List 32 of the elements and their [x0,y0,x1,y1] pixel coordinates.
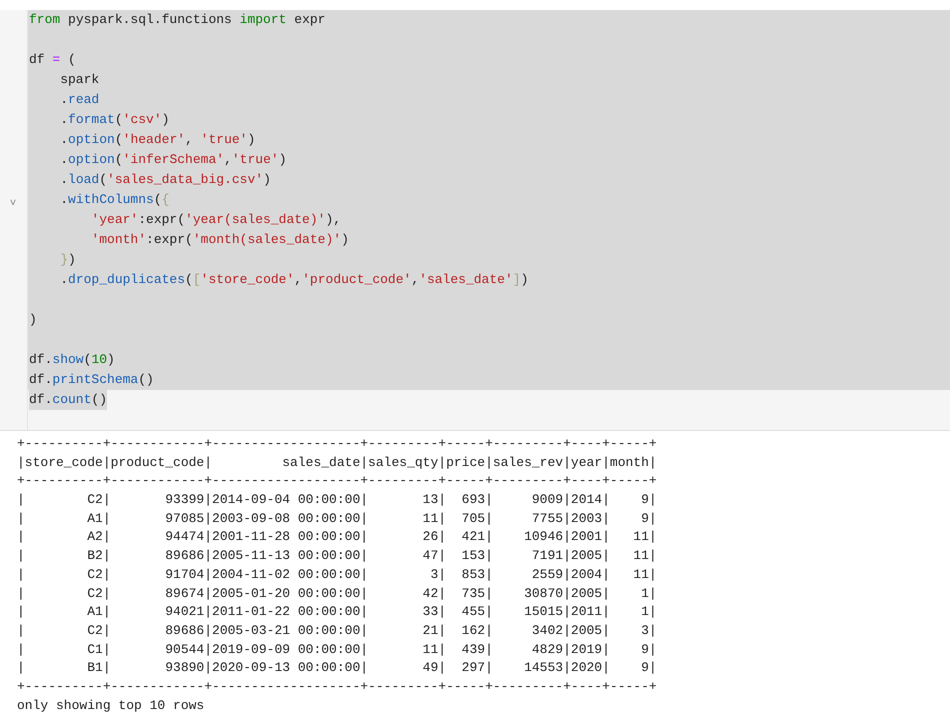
code-line: }) [59,251,76,269]
code-line: from pyspark.sql.functions import expr [29,11,326,29]
output-table-line: | C2| 89686|2005-03-21 00:00:00| 21| 162| 3402|2005| 3| [17,622,658,640]
code-line: .drop_duplicates(['store_code','product_code','sales_date']) [59,271,528,289]
output-table-line: +----------+------------+-------------------+---------+-----+---------+----+-----+ [17,678,658,696]
output-table-line: | C2| 89674|2005-01-20 00:00:00| 42| 735| 30870|2005| 1| [17,584,658,602]
fold-marker-icon[interactable]: v [10,198,16,210]
output-table-line: +----------+------------+-------------------+---------+-----+---------+----+-----+ [17,472,658,490]
output-table-line: | C2| 91704|2004-11-02 00:00:00| 3| 853| 2559|2004| 11| [17,566,658,584]
output-message: only showing top 10 rows [17,696,206,715]
code-line: 'month':expr('month(sales_date)') [90,231,349,249]
code-line: df = ( [29,51,76,69]
output-table-line: |store_code|product_code| sales_date|sales_qty|price|sales_rev|year|month| [17,454,658,472]
code-line: df.printSchema() [29,371,154,389]
output-table-line: | A2| 94474|2001-11-28 00:00:00| 26| 421| 10946|2001| 11| [17,528,658,546]
output-table-line: | B1| 93890|2020-09-13 00:00:00| 49| 297| 14553|2020| 9| [17,659,658,678]
code-line: df.show(10) [29,351,115,369]
output-table-line: | A1| 94021|2011-01-22 00:00:00| 33| 455| 15015|2011| 1| [17,603,658,622]
output-table-line: | C1| 90544|2019-09-09 00:00:00| 11| 439| 4829|2019| 9| [17,640,658,659]
output-table-line: | A1| 97085|2003-09-08 00:00:00| 11| 705| 7755|2003| 9| [17,510,658,528]
code-line: .format('csv') [59,111,170,129]
code-line: .option('header', 'true') [59,131,256,149]
code-line: .option('inferSchema','true') [59,151,286,169]
code-line: spark [59,71,100,89]
code-line: .read [59,91,100,109]
output-table-line: | C2| 93399|2014-09-04 00:00:00| 13| 693| 9009|2014| 9| [17,491,658,510]
code-line: ) [29,311,37,329]
code-line: 'year':expr('year(sales_date)'), [90,211,342,229]
output-table-line: | B2| 89686|2005-11-13 00:00:00| 47| 153| 7191|2005| 11| [17,547,658,566]
output-table-line: +----------+------------+-------------------+---------+-----+---------+----+-----+ [17,435,658,453]
code-line: .load('sales_data_big.csv') [59,171,271,189]
code-line: .withColumns({ [59,191,170,209]
